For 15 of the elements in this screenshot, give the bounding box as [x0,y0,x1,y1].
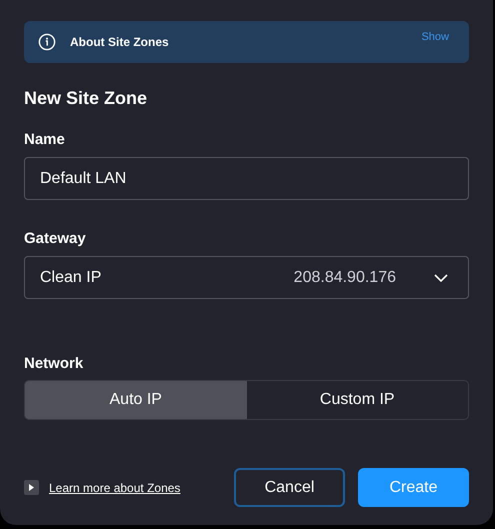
gateway-dropdown[interactable]: Clean IP 208.84.90.176 [24,256,469,299]
field-label: Gateway [24,230,87,248]
cancel-button[interactable]: Cancel [234,468,345,507]
segment-option[interactable]: Auto IP [25,381,246,419]
field-label: Name [24,131,66,149]
show-link[interactable]: Show [415,31,455,43]
banner-title: About Site Zones [70,35,170,49]
info-icon [38,33,56,51]
learn-more-link[interactable]: Learn more about Zones [49,480,180,494]
segment-option[interactable]: Custom IP [246,381,468,419]
dialog-title: New Site Zone [24,87,148,109]
play-icon [24,480,39,495]
field-label: Network [24,355,84,373]
chevron-down-icon [434,274,448,282]
name-input-field[interactable]: Default LAN [24,157,469,200]
